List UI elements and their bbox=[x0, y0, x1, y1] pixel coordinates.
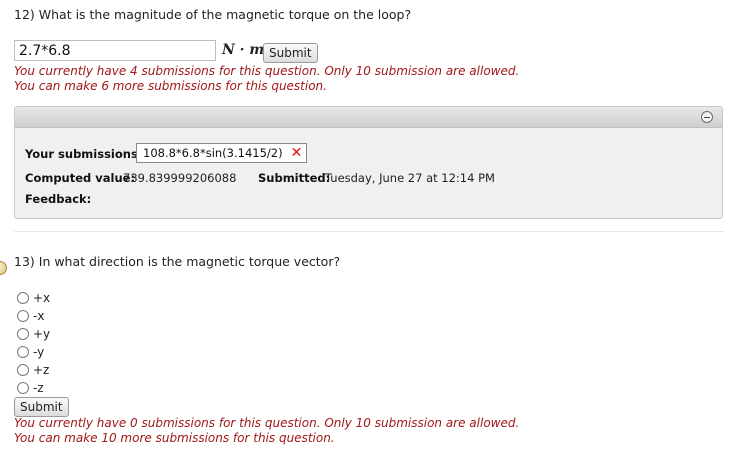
option-plus-y[interactable]: +y bbox=[17, 326, 77, 343]
option-label: -x bbox=[33, 309, 45, 323]
option-plus-z[interactable]: +z bbox=[17, 362, 77, 379]
submit-button-q12[interactable]: Submit bbox=[263, 43, 318, 63]
radio-button[interactable] bbox=[17, 292, 29, 304]
computed-value: 739.839999206088 bbox=[123, 171, 237, 185]
radio-button[interactable] bbox=[17, 310, 29, 322]
option-label: -y bbox=[33, 345, 45, 359]
divider bbox=[14, 231, 723, 232]
question-12-prompt: 12) What is the magnitude of the magneti… bbox=[14, 7, 412, 22]
x-icon: ✕ bbox=[290, 145, 303, 161]
radio-button[interactable] bbox=[17, 328, 29, 340]
panel-header bbox=[15, 107, 722, 128]
submit-button-q13[interactable]: Submit bbox=[14, 397, 69, 417]
radio-button[interactable] bbox=[17, 382, 29, 394]
answer-input[interactable] bbox=[14, 40, 216, 61]
submission-warning: You currently have 4 submissions for thi… bbox=[14, 64, 520, 78]
option-label: +x bbox=[33, 291, 51, 305]
submissions-panel: Your submissions: 108.8*6.8*sin(3.1415/2… bbox=[14, 106, 723, 219]
option-label: -z bbox=[33, 381, 44, 395]
option-plus-x[interactable]: +x bbox=[17, 290, 77, 307]
computed-value-label: Computed value: bbox=[25, 171, 136, 185]
submission-entry: 108.8*6.8*sin(3.1415/2) ✕ bbox=[136, 143, 308, 163]
option-label: +z bbox=[33, 363, 50, 377]
clock-icon bbox=[0, 261, 7, 275]
radio-button[interactable] bbox=[17, 364, 29, 376]
remaining-submissions: You can make 6 more submissions for this… bbox=[14, 79, 327, 93]
submitted-label: Submitted: bbox=[258, 171, 331, 185]
submission-warning: You currently have 0 submissions for thi… bbox=[14, 416, 520, 430]
option-minus-z[interactable]: -z bbox=[17, 380, 77, 397]
submitted-value: Tuesday, June 27 at 12:14 PM bbox=[325, 171, 495, 185]
question-13-prompt: 13) In what direction is the magnetic to… bbox=[14, 254, 341, 269]
radio-button[interactable] bbox=[17, 346, 29, 358]
minus-circle-icon[interactable] bbox=[701, 111, 713, 123]
feedback-label: Feedback: bbox=[25, 192, 92, 206]
submission-text: 108.8*6.8*sin(3.1415/2) bbox=[143, 146, 283, 160]
remaining-submissions: You can make 10 more submissions for thi… bbox=[14, 431, 335, 445]
option-label: +y bbox=[33, 327, 51, 341]
units-label: N · m bbox=[222, 42, 265, 58]
option-minus-x[interactable]: -x bbox=[17, 308, 77, 325]
your-submissions-label: Your submissions: bbox=[25, 147, 143, 161]
option-minus-y[interactable]: -y bbox=[17, 344, 77, 361]
